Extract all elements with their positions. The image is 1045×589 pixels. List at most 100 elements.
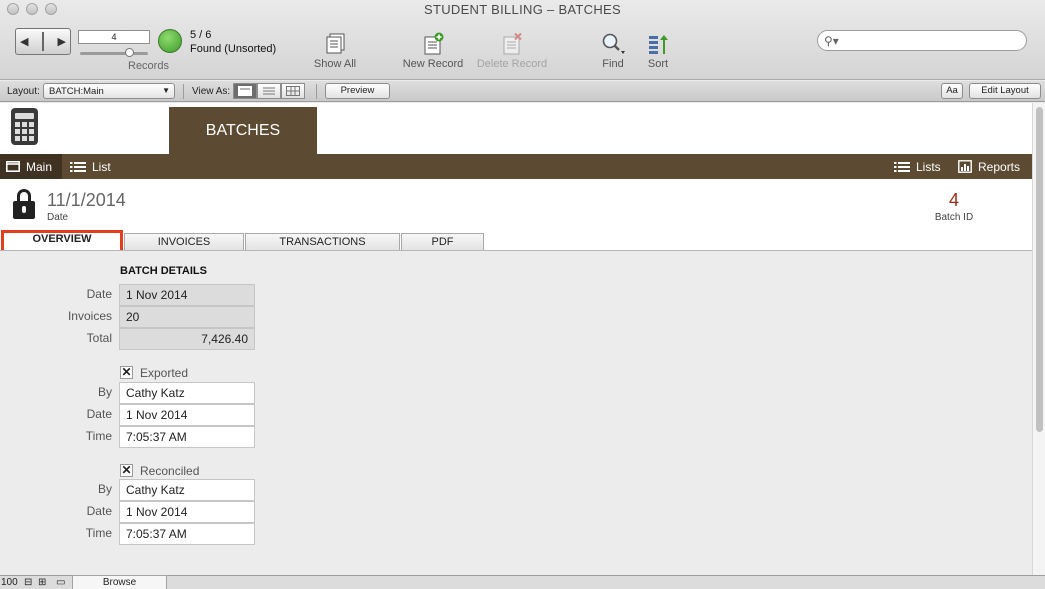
layout-label: Layout: bbox=[7, 86, 40, 97]
list-icon bbox=[70, 161, 86, 172]
mode-popup[interactable]: Browse bbox=[72, 575, 167, 589]
show-all-button[interactable]: Show All bbox=[310, 28, 360, 70]
batch-details-heading: BATCH DETAILS bbox=[120, 265, 207, 277]
detail-invoices-label: Invoices bbox=[67, 309, 112, 323]
navigation-bar: Main List Lists Reports bbox=[0, 154, 1032, 179]
table-view-button[interactable] bbox=[281, 83, 305, 99]
sort-icon bbox=[643, 28, 673, 56]
exported-date-field[interactable]: 1 Nov 2014 bbox=[119, 404, 255, 426]
sort-label: Sort bbox=[647, 58, 669, 70]
edit-layout-button[interactable]: Edit Layout bbox=[969, 83, 1041, 99]
layout-content: BATCHES Main List Lists Reports 11/1/201… bbox=[0, 103, 1032, 575]
chevron-down-icon: ▼ bbox=[162, 86, 170, 95]
exported-checkbox[interactable]: ✕ bbox=[120, 366, 133, 379]
nav-lists-button[interactable]: Lists bbox=[888, 154, 947, 179]
detail-date-label: Date bbox=[86, 287, 112, 301]
divider bbox=[316, 84, 317, 99]
table-view-icon bbox=[286, 86, 300, 96]
layout-bar: Layout: BATCH:Main ▼ View As: Preview Aa… bbox=[0, 81, 1045, 102]
reconciled-time-label: Time bbox=[85, 526, 112, 540]
view-as-buttons bbox=[233, 83, 305, 99]
reconciled-date-field[interactable]: 1 Nov 2014 bbox=[119, 501, 255, 523]
reconciled-checkbox[interactable]: ✕ bbox=[120, 464, 133, 477]
show-all-label: Show All bbox=[313, 58, 357, 70]
form-view-icon bbox=[238, 86, 252, 96]
status-toolbar-toggle-icon[interactable]: ▭ bbox=[56, 577, 65, 588]
exported-by-field[interactable]: Cathy Katz bbox=[119, 382, 255, 404]
detail-total-field: 7,426.40 bbox=[119, 328, 255, 350]
zoom-in-icon[interactable]: ⊞ bbox=[38, 577, 46, 588]
layout-select[interactable]: BATCH:Main ▼ bbox=[43, 83, 175, 99]
zoom-out-icon[interactable]: ⊟ bbox=[24, 577, 32, 588]
found-count: 5 / 6 bbox=[190, 29, 212, 41]
detail-invoices-field: 20 bbox=[119, 306, 255, 328]
record-slider[interactable] bbox=[80, 52, 148, 55]
layout-select-value: BATCH:Main bbox=[49, 86, 104, 97]
record-navigation-book[interactable]: ◀ ▶ bbox=[15, 28, 71, 55]
magnifier-icon bbox=[598, 28, 628, 56]
calculator-icon bbox=[11, 108, 38, 145]
book-spine-icon bbox=[42, 32, 44, 51]
overview-panel: BATCH DETAILS Date 1 Nov 2014 Invoices 2… bbox=[0, 250, 1032, 575]
tab-pdf[interactable]: PDF bbox=[401, 233, 484, 250]
window-toolbar: STUDENT BILLING – BATCHES ◀ ▶ 4 Records … bbox=[0, 0, 1045, 80]
reconciled-by-label: By bbox=[97, 482, 112, 496]
nav-lists-label: Lists bbox=[916, 159, 941, 174]
lock-icon bbox=[13, 189, 35, 221]
reconciled-label: Reconciled bbox=[140, 464, 200, 478]
batch-date-value: 11/1/2014 bbox=[47, 190, 126, 210]
exported-by-label: By bbox=[97, 385, 112, 399]
exported-label: Exported bbox=[140, 366, 189, 380]
new-record-icon bbox=[400, 28, 466, 56]
view-as-label: View As: bbox=[192, 86, 231, 97]
show-all-icon bbox=[310, 28, 360, 56]
delete-record-icon bbox=[474, 28, 550, 56]
next-record-icon[interactable]: ▶ bbox=[58, 35, 66, 48]
nav-main-label: Main bbox=[26, 159, 53, 174]
nav-reports-button[interactable]: Reports bbox=[952, 154, 1026, 179]
tab-control: OVERVIEW INVOICES TRANSACTIONS PDF bbox=[0, 230, 1032, 254]
vertical-scrollbar[interactable] bbox=[1032, 103, 1045, 575]
delete-record-label: Delete Record bbox=[476, 58, 548, 70]
exported-time-label: Time bbox=[85, 429, 112, 443]
bar-chart-icon bbox=[958, 160, 972, 173]
reconciled-by-field[interactable]: Cathy Katz bbox=[119, 479, 255, 501]
find-label: Find bbox=[602, 58, 624, 70]
exported-time-field[interactable]: 7:05:37 AM bbox=[119, 426, 255, 448]
status-bar: 100 ⊟ ⊞ ▭ Browse bbox=[0, 575, 1045, 589]
new-record-label: New Record bbox=[402, 58, 464, 70]
tab-invoices[interactable]: INVOICES bbox=[124, 233, 244, 250]
list-view-button[interactable] bbox=[257, 83, 281, 99]
previous-record-icon[interactable]: ◀ bbox=[20, 35, 28, 48]
quick-find-search[interactable]: ⚲▾ bbox=[817, 30, 1027, 51]
formatting-bar-button[interactable]: Aa bbox=[941, 83, 963, 99]
records-label: Records bbox=[128, 60, 169, 72]
tab-transactions[interactable]: TRANSACTIONS bbox=[245, 233, 400, 250]
list-view-icon bbox=[263, 87, 275, 95]
form-view-button[interactable] bbox=[233, 83, 257, 99]
nav-list-button[interactable]: List bbox=[64, 154, 117, 179]
zoom-level[interactable]: 100 bbox=[1, 577, 18, 588]
record-slider-knob[interactable] bbox=[125, 48, 134, 57]
reconciled-date-label: Date bbox=[86, 504, 112, 518]
found-set-pie-icon bbox=[158, 29, 182, 53]
delete-record-button[interactable]: Delete Record bbox=[474, 28, 550, 70]
window-title: STUDENT BILLING – BATCHES bbox=[423, 2, 621, 17]
batch-id-caption: Batch ID bbox=[934, 212, 974, 223]
window-icon bbox=[6, 161, 20, 172]
divider bbox=[183, 84, 184, 99]
nav-main-button[interactable]: Main bbox=[0, 154, 62, 179]
new-record-button[interactable]: New Record bbox=[400, 28, 466, 70]
scrollbar-thumb[interactable] bbox=[1036, 107, 1043, 432]
reconciled-time-field[interactable]: 7:05:37 AM bbox=[119, 523, 255, 545]
nav-list-label: List bbox=[92, 159, 111, 174]
batch-id-value: 4 bbox=[948, 190, 959, 210]
preview-button[interactable]: Preview bbox=[325, 83, 390, 99]
sort-button[interactable]: Sort bbox=[643, 28, 673, 70]
detail-date-field: 1 Nov 2014 bbox=[119, 284, 255, 306]
nav-reports-label: Reports bbox=[978, 159, 1021, 174]
batch-date-caption: Date bbox=[47, 212, 69, 223]
current-record-input[interactable]: 4 bbox=[78, 30, 150, 44]
list-icon bbox=[894, 161, 910, 172]
find-button[interactable]: Find bbox=[598, 28, 628, 70]
